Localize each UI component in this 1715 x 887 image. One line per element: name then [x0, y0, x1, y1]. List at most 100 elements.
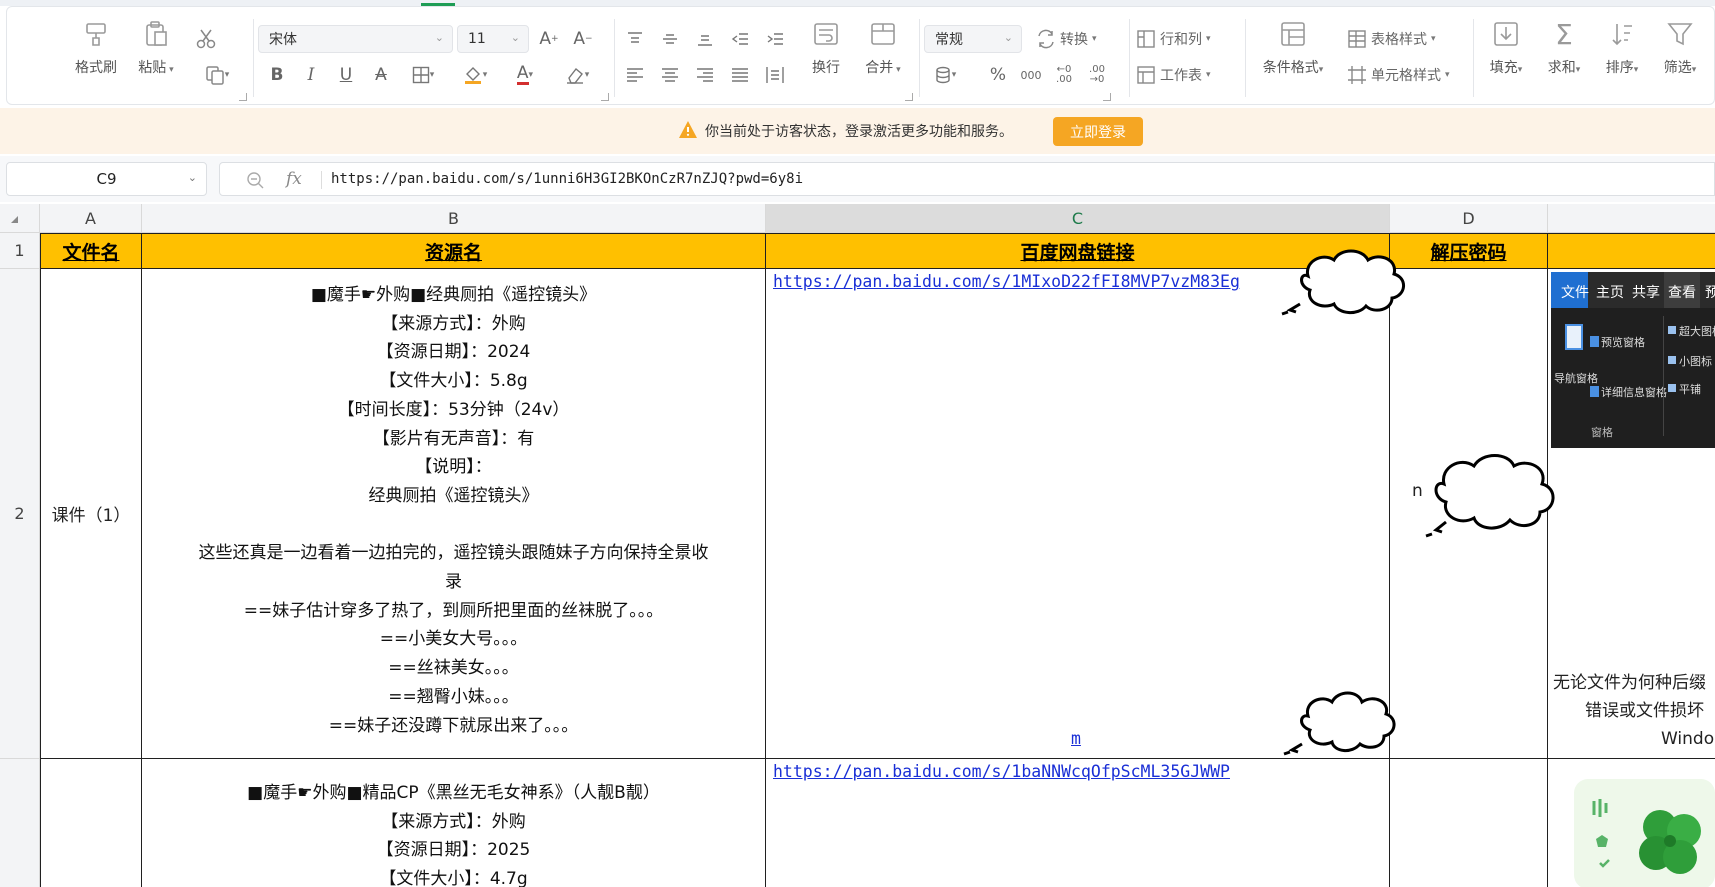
cell-reference: C9 [96, 170, 117, 188]
strikethrough-icon[interactable]: A [367, 61, 395, 89]
baidu-link-tail[interactable]: m [1071, 729, 1081, 748]
wrap-text-button[interactable]: 换行 [803, 17, 849, 77]
filter-button[interactable]: 筛选▾ [1655, 17, 1705, 77]
sort-icon [1605, 17, 1639, 51]
font-launcher-icon[interactable] [601, 93, 609, 101]
worksheet-button[interactable]: 工作表 ▾ [1136, 61, 1211, 89]
rows-columns-button[interactable]: 行和列 ▾ [1136, 25, 1211, 53]
alignment-launcher-icon[interactable] [905, 93, 913, 101]
login-button[interactable]: 立即登录 [1053, 117, 1143, 146]
paste-dropdown-icon: ▾ [166, 65, 174, 75]
font-name-select[interactable]: 宋体 ⌄ [258, 25, 453, 53]
number-format-select[interactable]: 常规 ⌄ [924, 25, 1022, 53]
increase-indent-icon[interactable] [761, 25, 789, 53]
cell-a2[interactable]: 课件（1） [40, 269, 142, 759]
font-color-icon[interactable]: A ▾ [505, 61, 545, 89]
sort-button[interactable]: 排序▾ [1597, 17, 1647, 77]
thousands-icon[interactable]: 000 [1017, 61, 1045, 89]
column-header-a[interactable]: A [40, 204, 142, 233]
cell-a3[interactable] [40, 759, 142, 887]
row-header-1[interactable]: 1 [0, 233, 40, 269]
align-right-icon[interactable] [691, 61, 719, 89]
table-style-button[interactable]: 表格样式 ▾ [1347, 25, 1436, 53]
chevron-down-icon: ⌄ [434, 31, 444, 44]
header-file-name[interactable]: 文件名 [40, 233, 142, 269]
cloud-shape [1283, 691, 1396, 756]
clipboard-launcher-icon[interactable] [239, 93, 247, 101]
borders-icon[interactable]: ▾ [403, 61, 443, 89]
underline-icon[interactable]: U [332, 61, 360, 89]
baidu-link[interactable]: https://pan.baidu.com/s/1baNNWcqOfpScML3… [773, 762, 1230, 781]
bold-icon[interactable]: B [263, 61, 291, 89]
spreadsheet-app: 格式刷 粘贴 ▾ ▾ 宋体 ⌄ 11 ⌄ A + A − B I U A ▾ ▾… [0, 0, 1715, 887]
font-size-select[interactable]: 11 ⌄ [457, 25, 529, 53]
zoom-icon[interactable] [246, 171, 264, 189]
cell-style-button[interactable]: 单元格样式 ▾ [1347, 61, 1450, 89]
fill-button[interactable]: 填充▾ [1481, 17, 1531, 77]
align-middle-icon[interactable] [656, 25, 684, 53]
align-left-icon[interactable] [621, 61, 649, 89]
decrease-font-icon[interactable]: A − [569, 25, 597, 53]
copy-button[interactable]: ▾ [195, 61, 239, 89]
font-name-value: 宋体 [269, 32, 297, 48]
number-launcher-icon[interactable] [1103, 93, 1111, 101]
currency-icon[interactable]: ▾ [925, 61, 965, 89]
fill-color-icon[interactable]: ▾ [455, 61, 495, 89]
sum-button[interactable]: Σ 求和▾ [1539, 17, 1589, 77]
decrease-indent-icon[interactable] [726, 25, 754, 53]
cell-e2[interactable]: 文件 主页 共享 查看 预 导航窗格 预览窗格 详细信息窗格 超大图标 小图标 … [1548, 269, 1715, 759]
desc-line: 【资源日期】：2025 [376, 840, 531, 861]
cloud-shape [1281, 249, 1405, 316]
merge-button[interactable]: 合并 ▾ [857, 17, 909, 77]
baidu-link[interactable]: https://pan.baidu.com/s/1MIxoD22fFI8MVP7… [773, 272, 1240, 291]
filter-label: 筛选 [1663, 60, 1692, 76]
copy-dropdown-icon: ▾ [224, 70, 230, 80]
desc-line: 【来源方式】：外购 [381, 811, 526, 832]
align-bottom-icon[interactable] [691, 25, 719, 53]
row-header-2[interactable]: 2 [0, 269, 40, 759]
name-box[interactable]: C9 ⌄ [6, 162, 207, 196]
cell-c3[interactable]: https://pan.baidu.com/s/1baNNWcqOfpScML3… [766, 759, 1390, 887]
format-painter-button[interactable]: 格式刷 [69, 17, 123, 77]
explorer-label: 小图标 [1679, 355, 1712, 368]
wrap-text-label: 换行 [812, 60, 840, 76]
increase-decimal-icon[interactable]: ←0.00 [1050, 61, 1078, 89]
conditional-format-button[interactable]: 条件格式▾ [1253, 17, 1333, 77]
justify-icon[interactable] [726, 61, 754, 89]
column-header-e[interactable] [1548, 204, 1715, 233]
convert-label: 转换 [1060, 32, 1088, 48]
column-header-c[interactable]: C [766, 204, 1390, 233]
percent-icon[interactable]: % [984, 61, 1012, 89]
select-all-icon [11, 216, 18, 223]
worksheet-icon [1137, 66, 1155, 84]
cell-d3[interactable] [1390, 759, 1548, 887]
table-style-label: 表格样式 [1371, 32, 1427, 48]
formula-input[interactable]: fx https://pan.baidu.com/s/1unni6H3GI2BK… [219, 162, 1715, 196]
italic-icon[interactable]: I [297, 61, 325, 89]
cell-b3[interactable]: ■魔手☛外购■精品CP《黑丝无毛女神系》（人靓B靓） 【来源方式】：外购 【资源… [142, 759, 766, 887]
rows-columns-label: 行和列 [1160, 32, 1202, 48]
header-column-e[interactable] [1548, 233, 1715, 269]
decrease-decimal-icon[interactable]: .00 →0 [1083, 61, 1111, 89]
align-center-icon[interactable] [656, 61, 684, 89]
paste-button[interactable]: 粘贴 ▾ [131, 17, 181, 77]
function-icon[interactable]: fx [286, 169, 302, 189]
desc-line: ==小美女大号。。。 [379, 629, 528, 650]
column-header-b[interactable]: B [142, 204, 766, 233]
formula-value[interactable]: https://pan.baidu.com/s/1unni6H3GI2BKOnC… [331, 171, 803, 187]
header-resource-name[interactable]: 资源名 [142, 233, 766, 269]
cell-b2[interactable]: ■魔手☛外购■经典厕拍《遥控镜头》 【来源方式】：外购 【资源日期】：2024 … [142, 269, 766, 759]
cut-icon[interactable] [192, 25, 220, 53]
increase-font-icon[interactable]: A + [535, 25, 563, 53]
convert-button[interactable]: 转换 ▾ [1036, 25, 1097, 53]
cell-e3[interactable] [1548, 759, 1715, 887]
conditional-format-icon [1276, 17, 1310, 51]
clear-format-icon[interactable]: ▾ [557, 61, 597, 89]
merge-label: 合并 [865, 60, 894, 76]
desc-line: ■魔手☛外购■精品CP《黑丝无毛女神系》（人靓B靓） [247, 783, 660, 803]
align-top-icon[interactable] [621, 25, 649, 53]
column-header-d[interactable]: D [1390, 204, 1548, 233]
distributed-icon[interactable] [761, 61, 789, 89]
row-header-3[interactable] [0, 759, 40, 887]
select-all-corner[interactable] [0, 204, 40, 233]
